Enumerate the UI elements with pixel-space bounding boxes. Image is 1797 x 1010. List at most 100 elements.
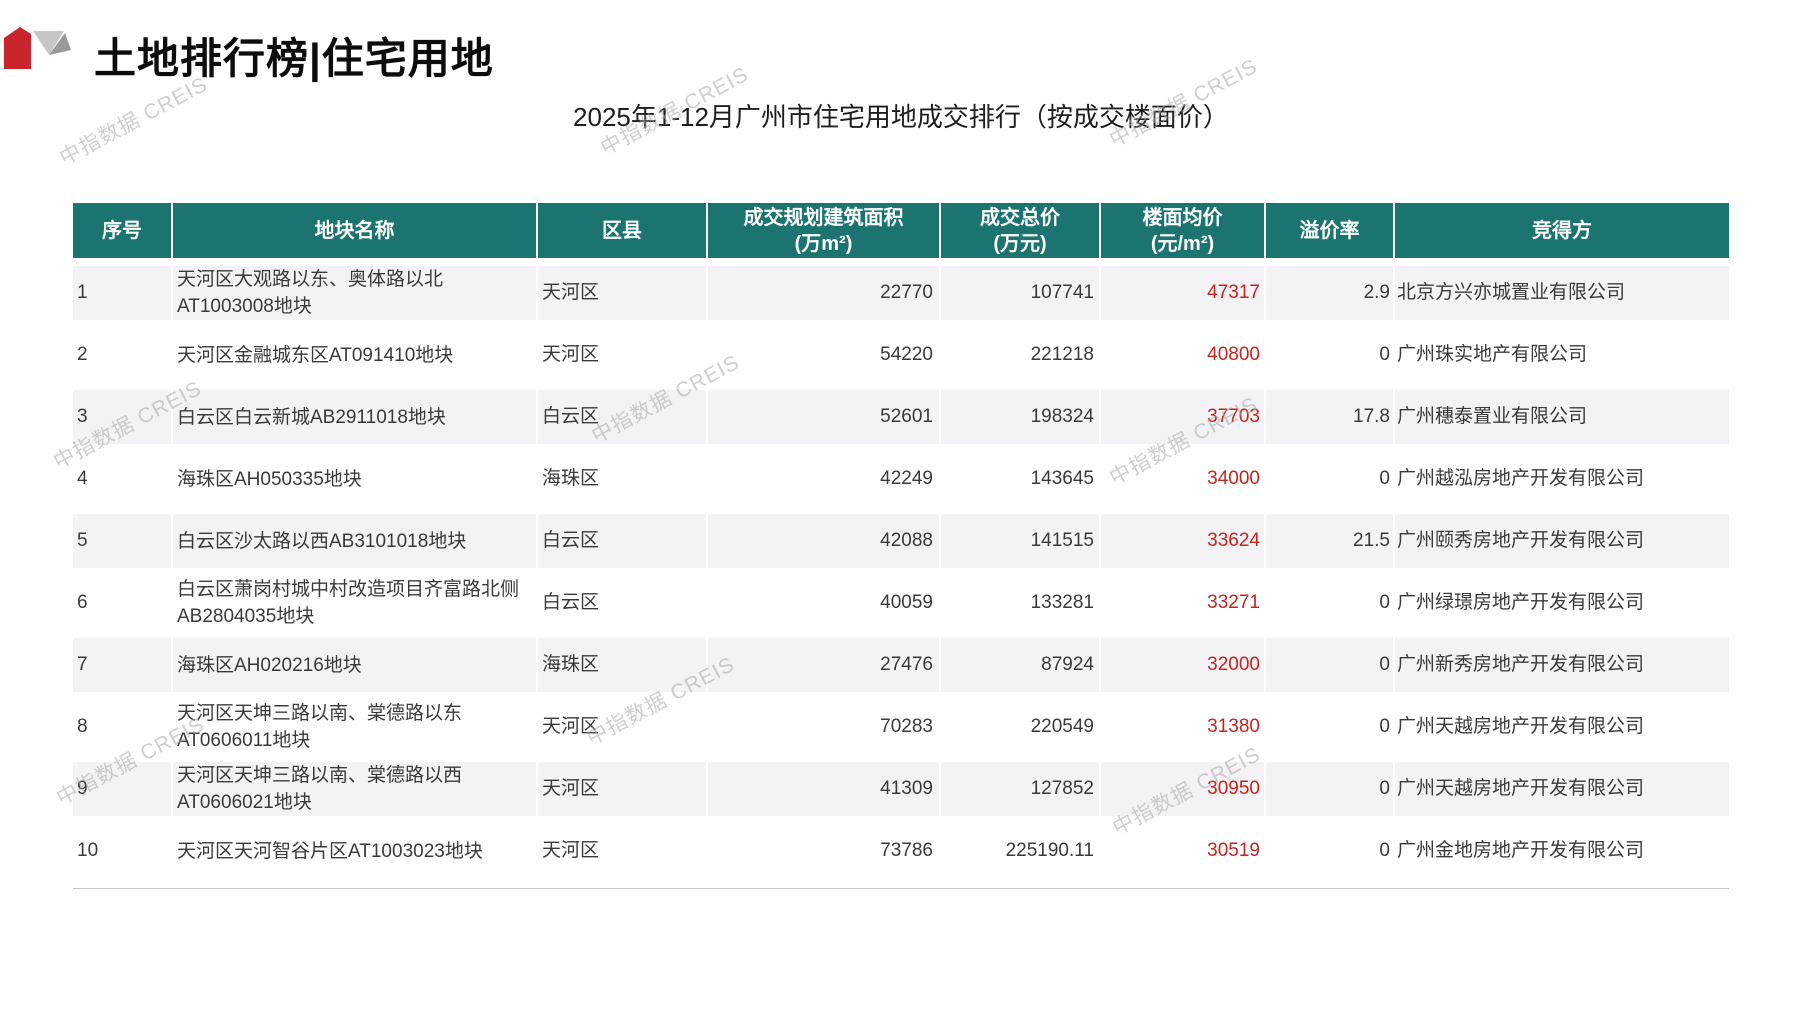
- col-header-winner: 竞得方: [1394, 203, 1729, 266]
- table-row: 8 天河区天坤三路以南、棠德路以东AT0606011地块 天河区 70283 2…: [73, 696, 1729, 762]
- district-cell: 天河区: [537, 758, 708, 824]
- winner-cell: 北京方兴亦城置业有限公司: [1394, 262, 1729, 328]
- rank-cell: 3: [73, 386, 173, 452]
- winner-cell: 广州穗泰置业有限公司: [1394, 386, 1729, 452]
- col-header-rank: 序号: [73, 203, 173, 266]
- premium-rate-cell: 0: [1265, 820, 1395, 886]
- plot-name-cell: 天河区天河智谷片区AT1003023地块: [172, 820, 538, 886]
- district-cell: 天河区: [537, 324, 708, 390]
- rank-cell: 2: [73, 324, 173, 390]
- floor-price-cell: 34000: [1100, 448, 1266, 514]
- plot-name-cell: 天河区大观路以东、奥体路以北AT1003008地块: [172, 262, 538, 328]
- planned-area-cell: 40059: [707, 572, 941, 638]
- page-title: 土地排行榜|住宅用地: [94, 35, 494, 82]
- col-header-district: 区县: [537, 203, 708, 266]
- total-price-cell: 141515: [940, 510, 1101, 576]
- total-price-cell: 225190.11: [940, 820, 1101, 886]
- rank-cell: 10: [73, 820, 173, 886]
- rank-cell: 7: [73, 634, 173, 700]
- floor-price-cell: 30950: [1100, 758, 1266, 824]
- table-row: 5 白云区沙太路以西AB3101018地块 白云区 42088 141515 3…: [73, 510, 1729, 576]
- winner-cell: 广州颐秀房地产开发有限公司: [1394, 510, 1729, 576]
- table-row: 10 天河区天河智谷片区AT1003023地块 天河区 73786 225190…: [73, 820, 1729, 886]
- winner-cell: 广州越泓房地产开发有限公司: [1394, 448, 1729, 514]
- planned-area-cell: 42088: [707, 510, 941, 576]
- planned-area-cell: 54220: [707, 324, 941, 390]
- table-row: 3 白云区白云新城AB2911018地块 白云区 52601 198324 37…: [73, 386, 1729, 452]
- col-header-planned-area: 成交规划建筑面积 (万m²): [707, 203, 941, 266]
- floor-price-cell: 33271: [1100, 572, 1266, 638]
- district-cell: 海珠区: [537, 448, 708, 514]
- creis-logo-mark: [4, 27, 71, 69]
- total-price-cell: 143645: [940, 448, 1101, 514]
- rank-cell: 6: [73, 572, 173, 638]
- premium-rate-cell: 0: [1265, 758, 1395, 824]
- plot-name-cell: 白云区白云新城AB2911018地块: [172, 386, 538, 452]
- land-ranking-table: 序号 地块名称 区县 成交规划建筑面积 (万m²) 成交总价 (万元) 楼面均价 (元…: [73, 203, 1729, 886]
- planned-area-cell: 70283: [707, 696, 941, 762]
- district-cell: 天河区: [537, 262, 708, 328]
- premium-rate-cell: 2.9: [1265, 262, 1395, 328]
- planned-area-cell: 42249: [707, 448, 941, 514]
- floor-price-cell: 31380: [1100, 696, 1266, 762]
- creis-logo: [4, 24, 76, 70]
- table-header-row: 序号 地块名称 区县 成交规划建筑面积 (万m²) 成交总价 (万元) 楼面均价 (元…: [73, 203, 1729, 266]
- total-price-cell: 87924: [940, 634, 1101, 700]
- table-row: 9 天河区天坤三路以南、棠德路以西AT0606021地块 天河区 41309 1…: [73, 758, 1729, 824]
- premium-rate-cell: 17.8: [1265, 386, 1395, 452]
- premium-rate-cell: 0: [1265, 324, 1395, 390]
- total-price-cell: 198324: [940, 386, 1101, 452]
- winner-cell: 广州绿璟房地产开发有限公司: [1394, 572, 1729, 638]
- planned-area-cell: 52601: [707, 386, 941, 452]
- rank-cell: 8: [73, 696, 173, 762]
- plot-name-cell: 白云区沙太路以西AB3101018地块: [172, 510, 538, 576]
- total-price-cell: 107741: [940, 262, 1101, 328]
- planned-area-cell: 41309: [707, 758, 941, 824]
- rank-cell: 4: [73, 448, 173, 514]
- winner-cell: 广州天越房地产开发有限公司: [1394, 696, 1729, 762]
- total-price-cell: 133281: [940, 572, 1101, 638]
- plot-name-cell: 天河区金融城东区AT091410地块: [172, 324, 538, 390]
- table-row: 7 海珠区AH020216地块 海珠区 27476 87924 32000 0 …: [73, 634, 1729, 700]
- table-row: 6 白云区萧岗村城中村改造项目齐富路北侧AB2804035地块 白云区 4005…: [73, 572, 1729, 638]
- district-cell: 白云区: [537, 510, 708, 576]
- report-page: 土地排行榜|住宅用地 2025年1-12月广州市住宅用地成交排行（按成交楼面价）…: [0, 0, 1797, 1010]
- total-price-cell: 221218: [940, 324, 1101, 390]
- table-title: 2025年1-12月广州市住宅用地成交排行（按成交楼面价）: [573, 102, 1229, 132]
- floor-price-cell: 40800: [1100, 324, 1266, 390]
- district-cell: 白云区: [537, 572, 708, 638]
- col-header-total-price: 成交总价 (万元): [940, 203, 1101, 266]
- table-row: 1 天河区大观路以东、奥体路以北AT1003008地块 天河区 22770 10…: [73, 262, 1729, 328]
- winner-cell: 广州天越房地产开发有限公司: [1394, 758, 1729, 824]
- district-cell: 海珠区: [537, 634, 708, 700]
- col-header-floor-price: 楼面均价 (元/m²): [1100, 203, 1266, 266]
- winner-cell: 广州金地房地产开发有限公司: [1394, 820, 1729, 886]
- rank-cell: 5: [73, 510, 173, 576]
- rank-cell: 9: [73, 758, 173, 824]
- planned-area-cell: 22770: [707, 262, 941, 328]
- planned-area-cell: 73786: [707, 820, 941, 886]
- table-bottom-rule: [73, 888, 1729, 889]
- premium-rate-cell: 0: [1265, 634, 1395, 700]
- rank-cell: 1: [73, 262, 173, 328]
- premium-rate-cell: 0: [1265, 448, 1395, 514]
- total-price-cell: 220549: [940, 696, 1101, 762]
- plot-name-cell: 海珠区AH020216地块: [172, 634, 538, 700]
- district-cell: 白云区: [537, 386, 708, 452]
- planned-area-cell: 27476: [707, 634, 941, 700]
- plot-name-cell: 白云区萧岗村城中村改造项目齐富路北侧AB2804035地块: [172, 572, 538, 638]
- floor-price-cell: 32000: [1100, 634, 1266, 700]
- floor-price-cell: 37703: [1100, 386, 1266, 452]
- plot-name-cell: 海珠区AH050335地块: [172, 448, 538, 514]
- winner-cell: 广州珠实地产有限公司: [1394, 324, 1729, 390]
- table-row: 4 海珠区AH050335地块 海珠区 42249 143645 34000 0…: [73, 448, 1729, 514]
- total-price-cell: 127852: [940, 758, 1101, 824]
- winner-cell: 广州新秀房地产开发有限公司: [1394, 634, 1729, 700]
- premium-rate-cell: 21.5: [1265, 510, 1395, 576]
- district-cell: 天河区: [537, 696, 708, 762]
- col-header-premium-rate: 溢价率: [1265, 203, 1395, 266]
- floor-price-cell: 47317: [1100, 262, 1266, 328]
- col-header-plot-name: 地块名称: [172, 203, 538, 266]
- premium-rate-cell: 0: [1265, 696, 1395, 762]
- floor-price-cell: 33624: [1100, 510, 1266, 576]
